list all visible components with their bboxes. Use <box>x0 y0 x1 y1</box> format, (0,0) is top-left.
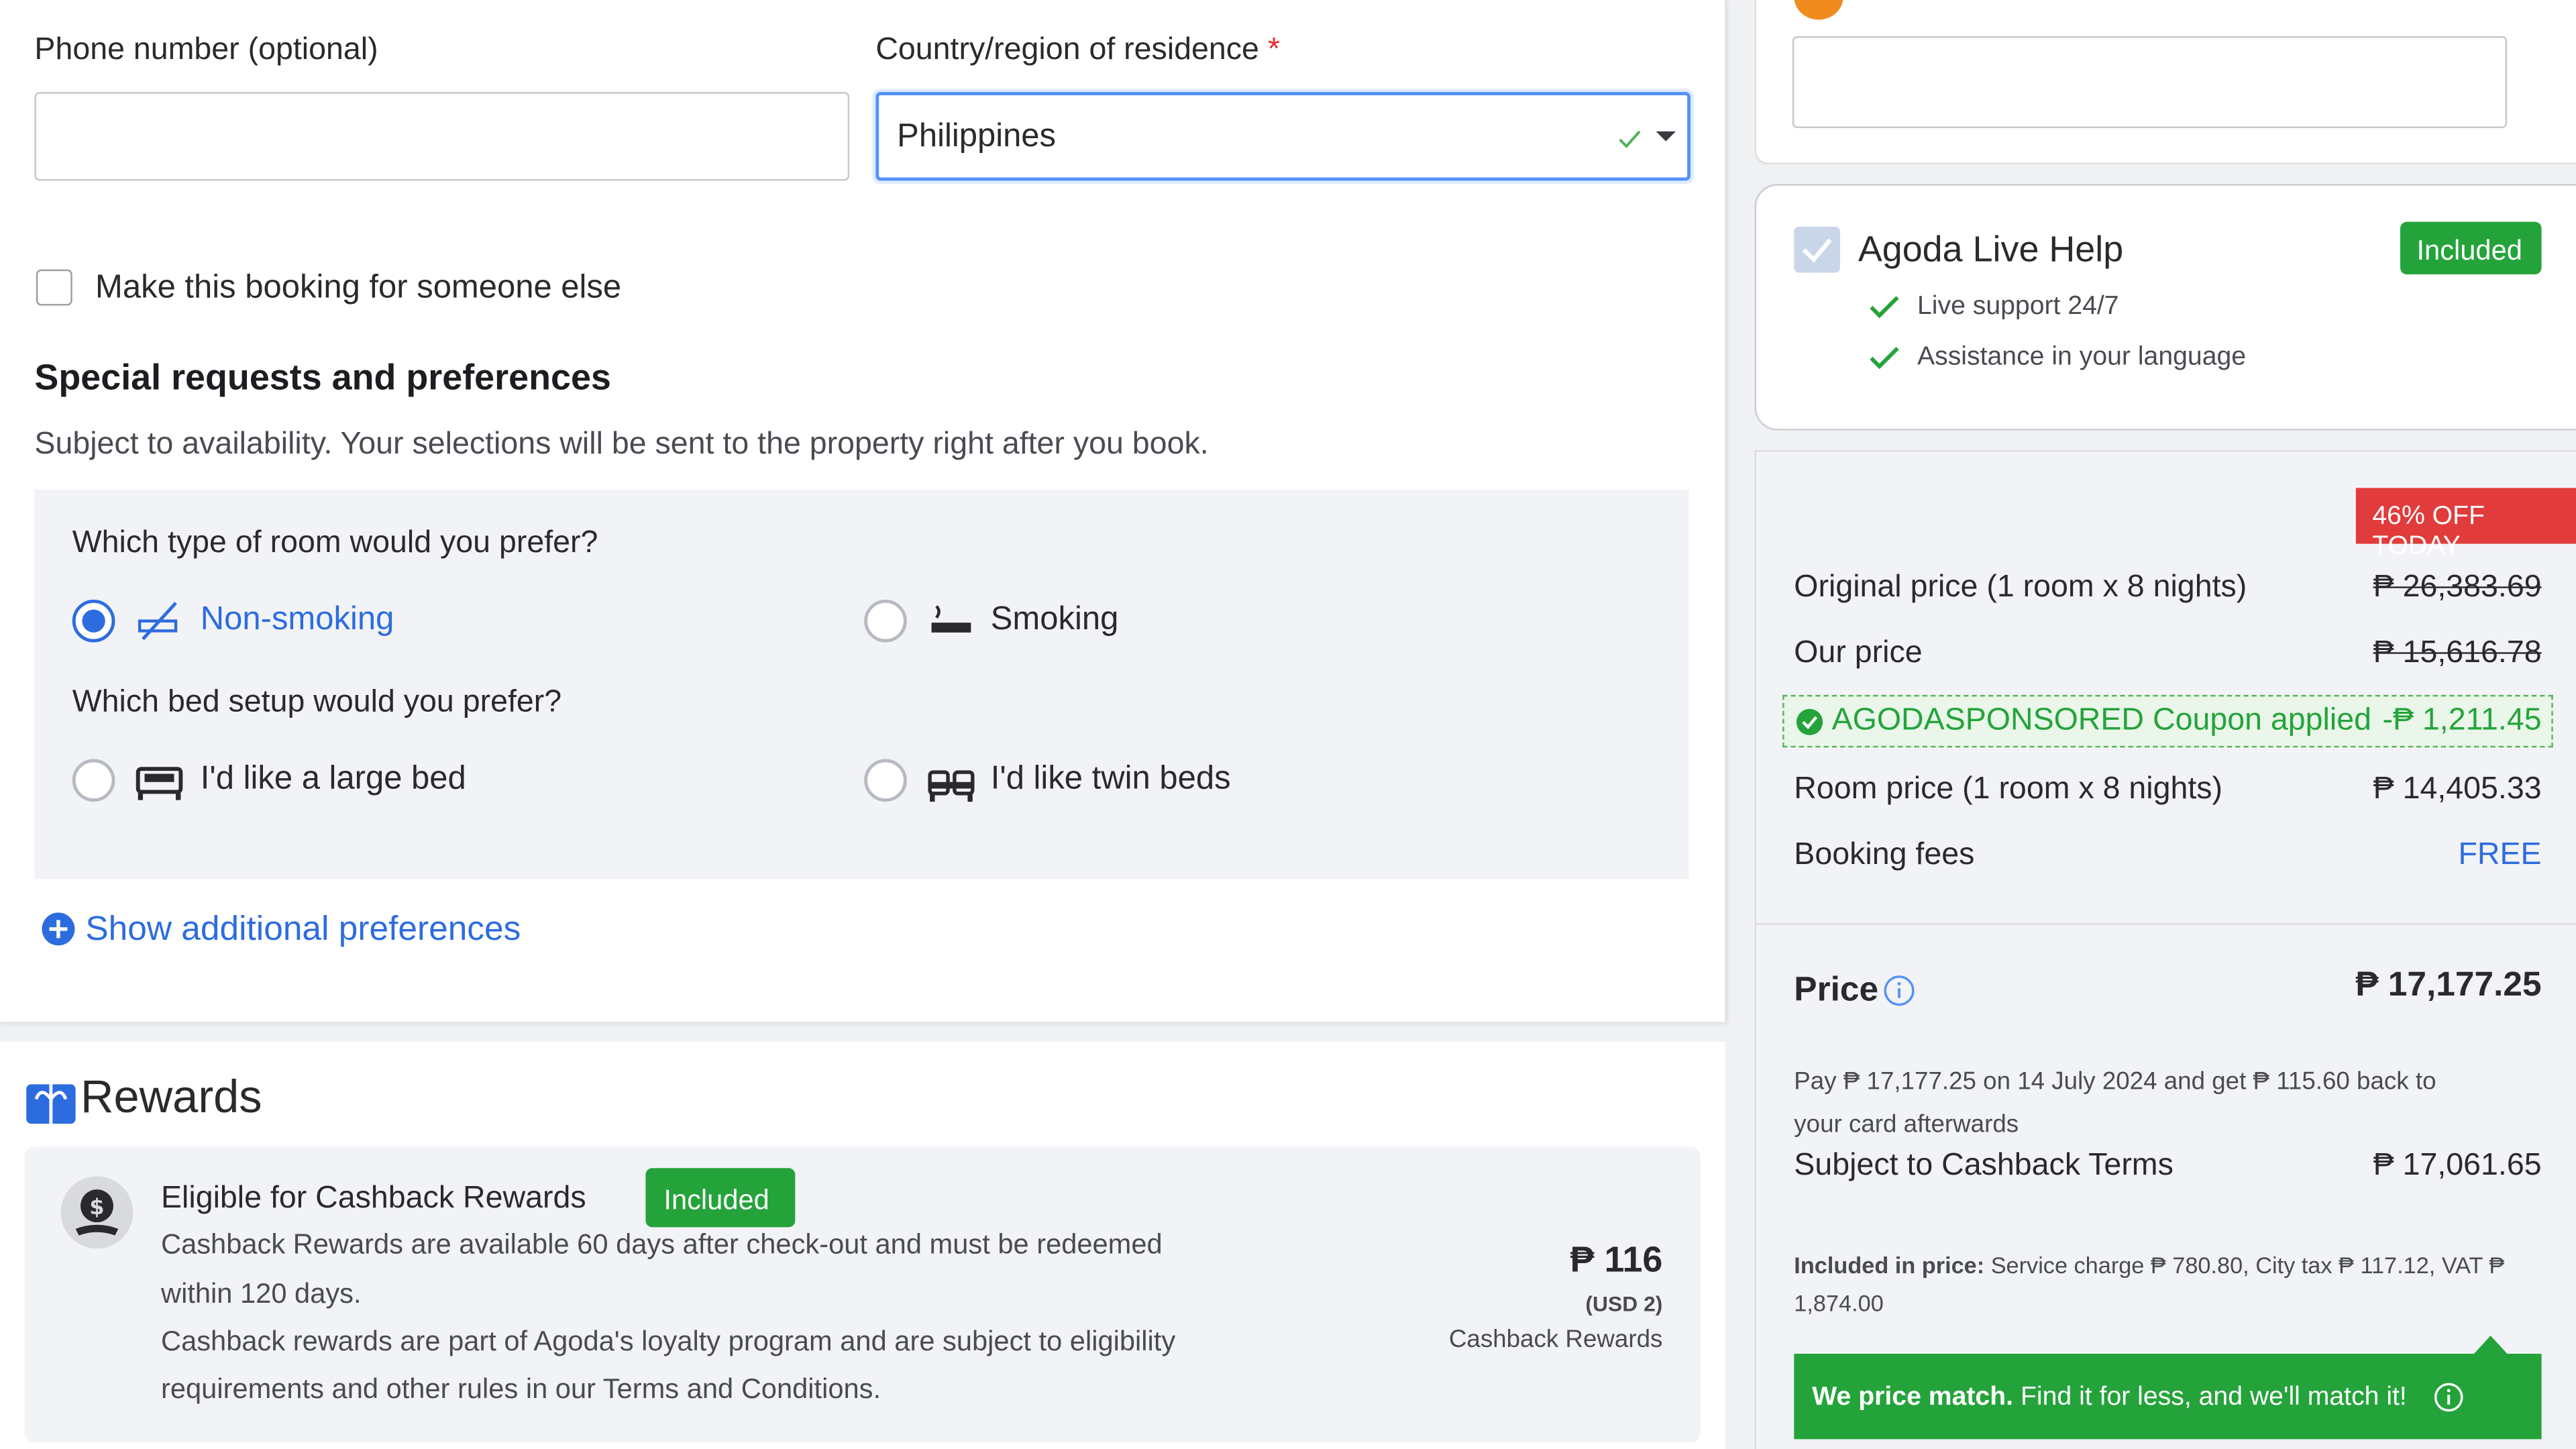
coupon-value: -₱ 1,211.45 <box>2382 703 2542 738</box>
plus-circle-icon[interactable] <box>41 912 75 946</box>
required-mark: * <box>1267 32 1281 68</box>
large-bed-icon <box>136 767 183 800</box>
live-help-checkbox[interactable] <box>1794 226 1840 273</box>
room-type-question: Which type of room would you prefer? <box>72 525 598 561</box>
twin-beds-label[interactable]: I'd like twin beds <box>991 761 1231 798</box>
included-label: Included in price: <box>1794 1252 1985 1279</box>
live-help-feature-1: Live support 24/7 <box>1917 292 2119 321</box>
cashback-text-2: within 120 days. <box>161 1278 362 1309</box>
live-help-feature-2: Assistance in your language <box>1917 343 2247 372</box>
price-match-bold: We price match. <box>1812 1383 2014 1411</box>
pay-line-1: Pay ₱ 17,177.25 on 14 July 2024 and get … <box>1794 1067 2436 1096</box>
chevron-down-icon <box>1656 131 1676 142</box>
coupon-label: AGODASPONSORED Coupon applied <box>1831 703 2371 738</box>
sidebar-input[interactable] <box>1792 36 2508 129</box>
room-price-value: ₱ 14,405.33 <box>2373 772 2542 807</box>
gift-icon <box>26 1084 76 1124</box>
price-match-text: We price match. Find it for less, and we… <box>1812 1383 2407 1413</box>
included-line-2: 1,874.00 <box>1794 1289 1884 1316</box>
booking-for-other-label: Make this booking for someone else <box>95 269 622 306</box>
info-icon[interactable] <box>2433 1382 2465 1413</box>
cashback-text-1: Cashback Rewards are available 60 days a… <box>161 1228 1163 1260</box>
discount-badge-text: 46% OFF TODAY <box>2372 502 2485 561</box>
price-match-banner[interactable]: We price match. Find it for less, and we… <box>1794 1353 2542 1440</box>
check-icon <box>1870 347 1899 370</box>
cashback-included-text: Included <box>663 1184 769 1216</box>
cashback-icon: $ <box>60 1176 133 1249</box>
booking-for-other-checkbox[interactable] <box>36 269 72 306</box>
cashback-included-badge: Included <box>645 1168 796 1228</box>
room-price-label: Room price (1 room x 8 nights) <box>1794 772 2223 807</box>
special-requests-title: Special requests and preferences <box>34 356 611 398</box>
our-price-label: Our price <box>1794 635 1923 671</box>
our-price-value: ₱ 15,616.78 <box>2373 635 2542 671</box>
pay-line-2: your card afterwards <box>1794 1110 2019 1139</box>
phone-input[interactable] <box>34 92 850 181</box>
cashback-terms-value: ₱ 17,061.65 <box>2373 1148 2542 1183</box>
smoking-radio[interactable] <box>864 599 907 643</box>
booking-fees-label: Booking fees <box>1794 837 1975 873</box>
svg-text:$: $ <box>89 1194 104 1220</box>
cashback-amount-usd: (USD 2) <box>1585 1291 1663 1316</box>
live-help-included-text: Included <box>2416 235 2522 266</box>
included-in-price: Included in price: Service charge ₱ 780.… <box>1794 1247 2541 1285</box>
smoking-icon <box>931 605 971 633</box>
non-smoking-label[interactable]: Non-smoking <box>201 601 394 639</box>
cashback-terms-label: Subject to Cashback Terms <box>1794 1148 2174 1183</box>
large-bed-radio[interactable] <box>72 759 115 802</box>
twin-beds-radio[interactable] <box>864 759 907 802</box>
phone-label: Phone number (optional) <box>34 32 378 68</box>
cashback-caption: Cashback Rewards <box>1448 1326 1663 1354</box>
cashback-text-4: requirements and other rules in our Term… <box>161 1373 881 1405</box>
check-icon <box>1619 130 1641 148</box>
rewards-title: Rewards <box>80 1071 262 1122</box>
country-value: Philippines <box>897 118 1057 155</box>
cashback-text-3: Cashback rewards are part of Agoda's loy… <box>161 1326 1176 1357</box>
live-help-title: Agoda Live Help <box>1858 228 2124 270</box>
country-select[interactable]: Philippines <box>875 92 1691 181</box>
check-circle-icon <box>1796 708 1823 735</box>
large-bed-label[interactable]: I'd like a large bed <box>201 761 466 798</box>
twin-beds-icon <box>928 770 975 802</box>
original-price-value: ₱ 26,383.69 <box>2373 570 2542 605</box>
no-smoking-icon <box>138 602 178 641</box>
special-requests-subtitle: Subject to availability. Your selections… <box>34 427 1209 462</box>
cashback-amount: ₱ 116 <box>1570 1238 1663 1280</box>
smoking-label[interactable]: Smoking <box>991 601 1119 639</box>
show-additional-preferences-link[interactable]: Show additional preferences <box>85 910 521 950</box>
original-price-label: Original price (1 room x 8 nights) <box>1794 570 2247 605</box>
included-line-1: Service charge ₱ 780.80, City tax ₱ 117.… <box>1990 1252 2505 1279</box>
bed-setup-question: Which bed setup would you prefer? <box>72 685 562 720</box>
cashback-heading: Eligible for Cashback Rewards <box>161 1181 586 1216</box>
total-price-value: ₱ 17,177.25 <box>2355 966 2542 1004</box>
price-label: Price <box>1794 971 1879 1009</box>
tooltip-pointer <box>2472 1336 2509 1356</box>
live-help-included-badge: Included <box>2400 221 2542 274</box>
country-label-text: Country/region of residence <box>875 32 1259 68</box>
discount-badge: 46% OFF TODAY <box>2355 488 2576 560</box>
checkbox-check-icon <box>1802 238 1832 263</box>
info-icon[interactable] <box>1883 974 1916 1007</box>
price-match-rest: Find it for less, and we'll match it! <box>2020 1383 2407 1411</box>
non-smoking-radio[interactable] <box>72 599 115 643</box>
check-icon <box>1870 296 1899 319</box>
booking-fees-value: FREE <box>2458 837 2542 873</box>
country-label: Country/region of residence * <box>875 33 1280 69</box>
